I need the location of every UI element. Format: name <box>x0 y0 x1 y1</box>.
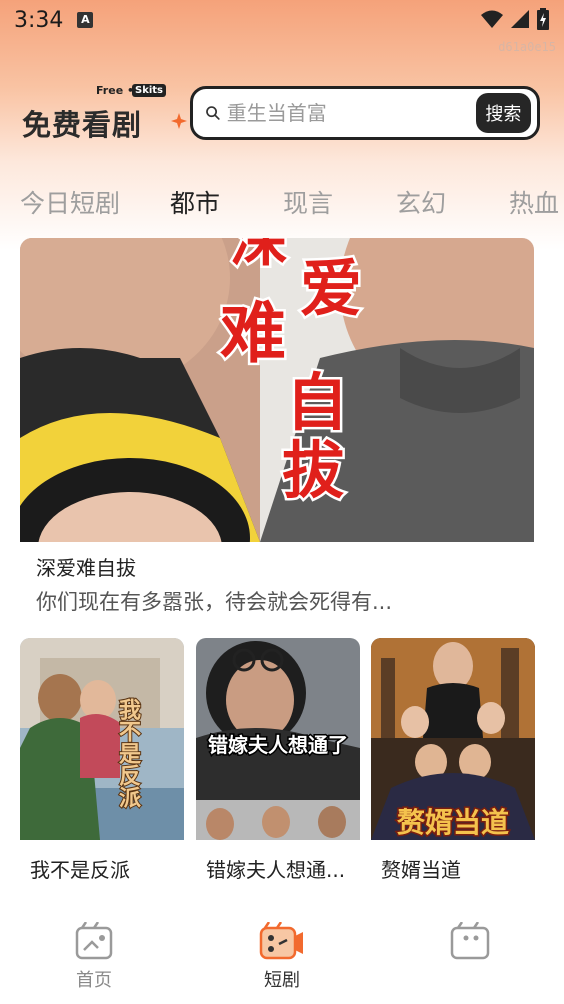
logo-title: 免费看剧 <box>22 108 143 142</box>
tab-action[interactable]: 热血 <box>509 184 559 220</box>
card-poster-text: 赘婿当道 <box>397 806 509 839</box>
poster-char-4: 自 <box>286 366 348 439</box>
card-poster-text: 错嫁夫人想通了 <box>208 733 348 757</box>
drama-card-title[interactable]: 错嫁夫人想通... <box>206 854 366 883</box>
wifi-icon <box>481 10 503 28</box>
drama-card-poster[interactable]: 赘婿当道 <box>371 638 535 840</box>
nav-item-home[interactable]: 首页 <box>54 922 134 992</box>
logo-skits-badge: Skits <box>132 84 167 97</box>
search-bar[interactable]: 搜索 <box>190 86 540 140</box>
card-poster-text: 我不是反派 <box>115 698 141 808</box>
nav-label: 首页 <box>76 970 112 991</box>
home-icon <box>75 922 113 960</box>
featured-description: 你们现在有多嚣张，待会就会死得有... <box>36 590 393 614</box>
star-icon <box>171 113 187 129</box>
drama-card-poster[interactable]: 我不是反派 <box>20 638 184 840</box>
drama-icon <box>259 922 303 960</box>
drama-card-title[interactable]: 赘婿当道 <box>381 854 541 883</box>
featured-title[interactable]: 深爱难自拔 <box>36 552 136 581</box>
search-icon <box>206 106 220 120</box>
featured-poster[interactable]: 深 爱 难 自 拔 <box>20 238 534 542</box>
device-id: d61a0e15 <box>498 40 556 54</box>
search-button[interactable]: 搜索 <box>475 93 531 133</box>
nav-label: 短剧 <box>264 970 300 991</box>
tab-fantasy[interactable]: 玄幻 <box>396 184 446 220</box>
battery-icon <box>537 8 549 30</box>
logo-free-label: Free • <box>96 84 135 97</box>
profile-icon <box>450 922 490 960</box>
poster-char-2: 爱 <box>300 252 362 325</box>
nav-item-profile[interactable] <box>430 922 510 966</box>
tab-today[interactable]: 今日短剧 <box>20 184 120 220</box>
nav-item-drama[interactable]: 短剧 <box>242 922 322 992</box>
signal-icon <box>511 10 529 28</box>
category-tabs: 今日短剧 都市 现言 玄幻 热血 <box>0 178 564 226</box>
app-logo: Free • Skits 免费看剧 <box>22 84 187 144</box>
drama-card-title[interactable]: 我不是反派 <box>30 854 190 883</box>
tab-romance[interactable]: 现言 <box>283 184 333 220</box>
status-bar: 3:34 A <box>0 0 564 40</box>
poster-char-3: 难 <box>220 294 286 372</box>
tab-city[interactable]: 都市 <box>170 184 220 220</box>
status-time: 3:34 <box>14 7 64 33</box>
drama-card-poster[interactable]: 错嫁夫人想通了 <box>196 638 360 840</box>
bottom-navigation: 首页 短剧 <box>0 912 564 1004</box>
poster-char-1: 深 <box>230 238 288 274</box>
search-input[interactable] <box>226 101 476 125</box>
notification-icon: A <box>77 12 94 28</box>
poster-char-5: 拔 <box>282 434 344 507</box>
